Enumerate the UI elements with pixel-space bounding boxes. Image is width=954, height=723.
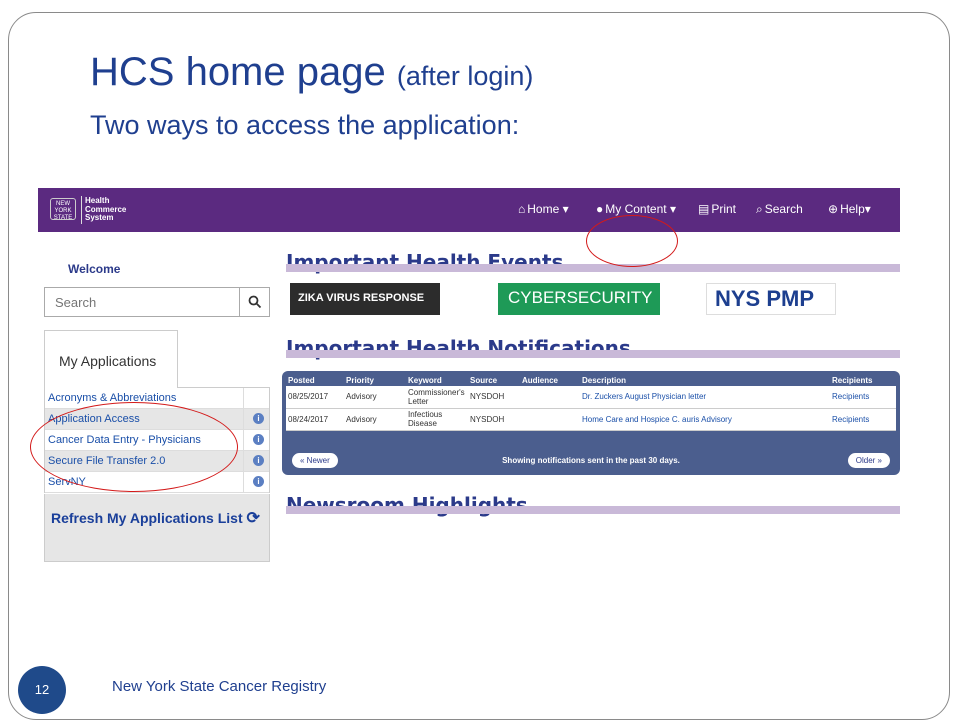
cell: Infectious Disease bbox=[406, 408, 468, 431]
cell: 08/24/2017 bbox=[286, 408, 344, 431]
recipients-link[interactable]: Recipients bbox=[830, 408, 896, 431]
user-icon: ● bbox=[596, 202, 604, 216]
annotation-circle-my-content bbox=[586, 215, 678, 267]
notifications-panel: Posted Priority Keyword Source Audience … bbox=[282, 371, 900, 475]
nav-help[interactable]: ⊕ Help▾ bbox=[828, 202, 871, 216]
caret-down-icon: ▾ bbox=[864, 202, 871, 216]
page-number-badge: 12 bbox=[18, 666, 66, 714]
search-icon: ⌕ bbox=[756, 202, 763, 216]
info-icon[interactable]: i bbox=[253, 413, 264, 424]
globe-icon: ⊕ bbox=[828, 202, 839, 216]
slide-title-suffix: (after login) bbox=[396, 61, 534, 91]
col-header: Source bbox=[470, 375, 498, 385]
nav-home-label: Home bbox=[527, 202, 560, 216]
search-button[interactable] bbox=[239, 288, 269, 316]
slide-title-text: HCS home page bbox=[90, 50, 386, 94]
nys-state-logo: NEW YORK STATE bbox=[50, 198, 76, 221]
hcs-topbar: NEW YORK STATE Health Commerce System ⌂ H… bbox=[38, 188, 900, 232]
info-icon[interactable]: i bbox=[253, 476, 264, 487]
slide-subtitle: Two ways to access the application: bbox=[90, 110, 520, 140]
info-icon[interactable]: i bbox=[253, 455, 264, 466]
cell bbox=[520, 408, 580, 431]
logo-separator bbox=[81, 196, 82, 224]
description-link[interactable]: Home Care and Hospice C. auris Advisory bbox=[580, 408, 830, 431]
hcs-screenshot: NEW YORK STATE Health Commerce System ⌂ H… bbox=[38, 188, 900, 608]
magnifier-icon bbox=[248, 295, 261, 309]
nav-print-label: Print bbox=[711, 202, 737, 216]
app-search-input[interactable] bbox=[45, 288, 235, 316]
nav-home[interactable]: ⌂ Home ▾ bbox=[518, 202, 569, 216]
footer-text: New York State Cancer Registry bbox=[112, 678, 327, 695]
recipients-link[interactable]: Recipients bbox=[830, 386, 896, 409]
nav-my-content-label: My Content bbox=[605, 202, 667, 216]
tab-my-applications[interactable]: My Applications bbox=[44, 330, 178, 388]
cell: Advisory bbox=[344, 408, 406, 431]
col-header: Audience bbox=[522, 375, 559, 385]
col-header: Description bbox=[582, 375, 627, 385]
print-icon: ▤ bbox=[698, 202, 710, 216]
caret-down-icon: ▾ bbox=[562, 202, 569, 216]
hcs-logo[interactable]: NEW YORK STATE Health Commerce System bbox=[50, 196, 126, 224]
col-header: Posted bbox=[288, 375, 315, 385]
logo-line: System bbox=[85, 213, 114, 222]
cell: 08/25/2017 bbox=[286, 386, 344, 409]
cell: Commissioner's Letter bbox=[406, 386, 468, 409]
nav-search-label: Search bbox=[764, 202, 803, 216]
table-row: 08/25/2017 Advisory Commissioner's Lette… bbox=[286, 386, 896, 409]
column-divider bbox=[243, 430, 244, 450]
table-header-row: Posted Priority Keyword Source Audience … bbox=[286, 374, 896, 386]
zika-banner[interactable]: ZIKA VIRUS RESPONSE bbox=[290, 283, 440, 315]
nav-search[interactable]: ⌕ Search bbox=[756, 202, 803, 217]
column-divider bbox=[243, 472, 244, 492]
notifications-note: Showing notifications sent in the past 3… bbox=[502, 456, 680, 465]
info-icon[interactable]: i bbox=[253, 434, 264, 445]
cybersecurity-banner[interactable]: CYBERSECURITY bbox=[498, 283, 660, 315]
slide-title: HCS home page (after login) bbox=[90, 50, 533, 95]
column-divider bbox=[243, 409, 244, 429]
caret-down-icon: ▾ bbox=[669, 202, 676, 216]
welcome-text: Welcome bbox=[68, 262, 121, 276]
column-divider bbox=[243, 451, 244, 471]
notifications-table: Posted Priority Keyword Source Audience … bbox=[286, 374, 896, 431]
cell: Advisory bbox=[344, 386, 406, 409]
column-divider bbox=[243, 388, 244, 408]
nys-pmp-banner[interactable]: NYS PMP bbox=[706, 283, 836, 315]
events-heading-bar bbox=[286, 264, 900, 272]
notifications-heading-bar bbox=[286, 350, 900, 358]
newsroom-heading-bar bbox=[286, 506, 900, 514]
newer-button[interactable]: « Newer bbox=[292, 453, 338, 468]
refresh-icon: ⟳ bbox=[246, 510, 260, 527]
older-button[interactable]: Older » bbox=[847, 453, 890, 468]
cell bbox=[520, 386, 580, 409]
hcs-logo-text: Health Commerce System bbox=[85, 196, 126, 223]
nav-help-label: Help bbox=[840, 202, 865, 216]
refresh-label: Refresh My Applications List bbox=[51, 510, 243, 526]
refresh-applications-button[interactable]: Refresh My Applications List ⟳ bbox=[44, 494, 270, 562]
col-header: Keyword bbox=[408, 375, 442, 385]
cell: NYSDOH bbox=[468, 408, 520, 431]
nav-print[interactable]: ▤ Print bbox=[698, 202, 736, 216]
description-link[interactable]: Dr. Zuckers August Physician letter bbox=[580, 386, 830, 409]
annotation-circle-applications bbox=[30, 402, 238, 492]
col-header: Priority bbox=[346, 375, 375, 385]
app-search bbox=[44, 287, 270, 317]
nav-my-content[interactable]: ● My Content ▾ bbox=[596, 202, 676, 216]
cell: NYSDOH bbox=[468, 386, 520, 409]
home-icon: ⌂ bbox=[518, 202, 526, 216]
table-row: 08/24/2017 Advisory Infectious Disease N… bbox=[286, 408, 896, 431]
col-header: Recipients bbox=[832, 375, 873, 385]
